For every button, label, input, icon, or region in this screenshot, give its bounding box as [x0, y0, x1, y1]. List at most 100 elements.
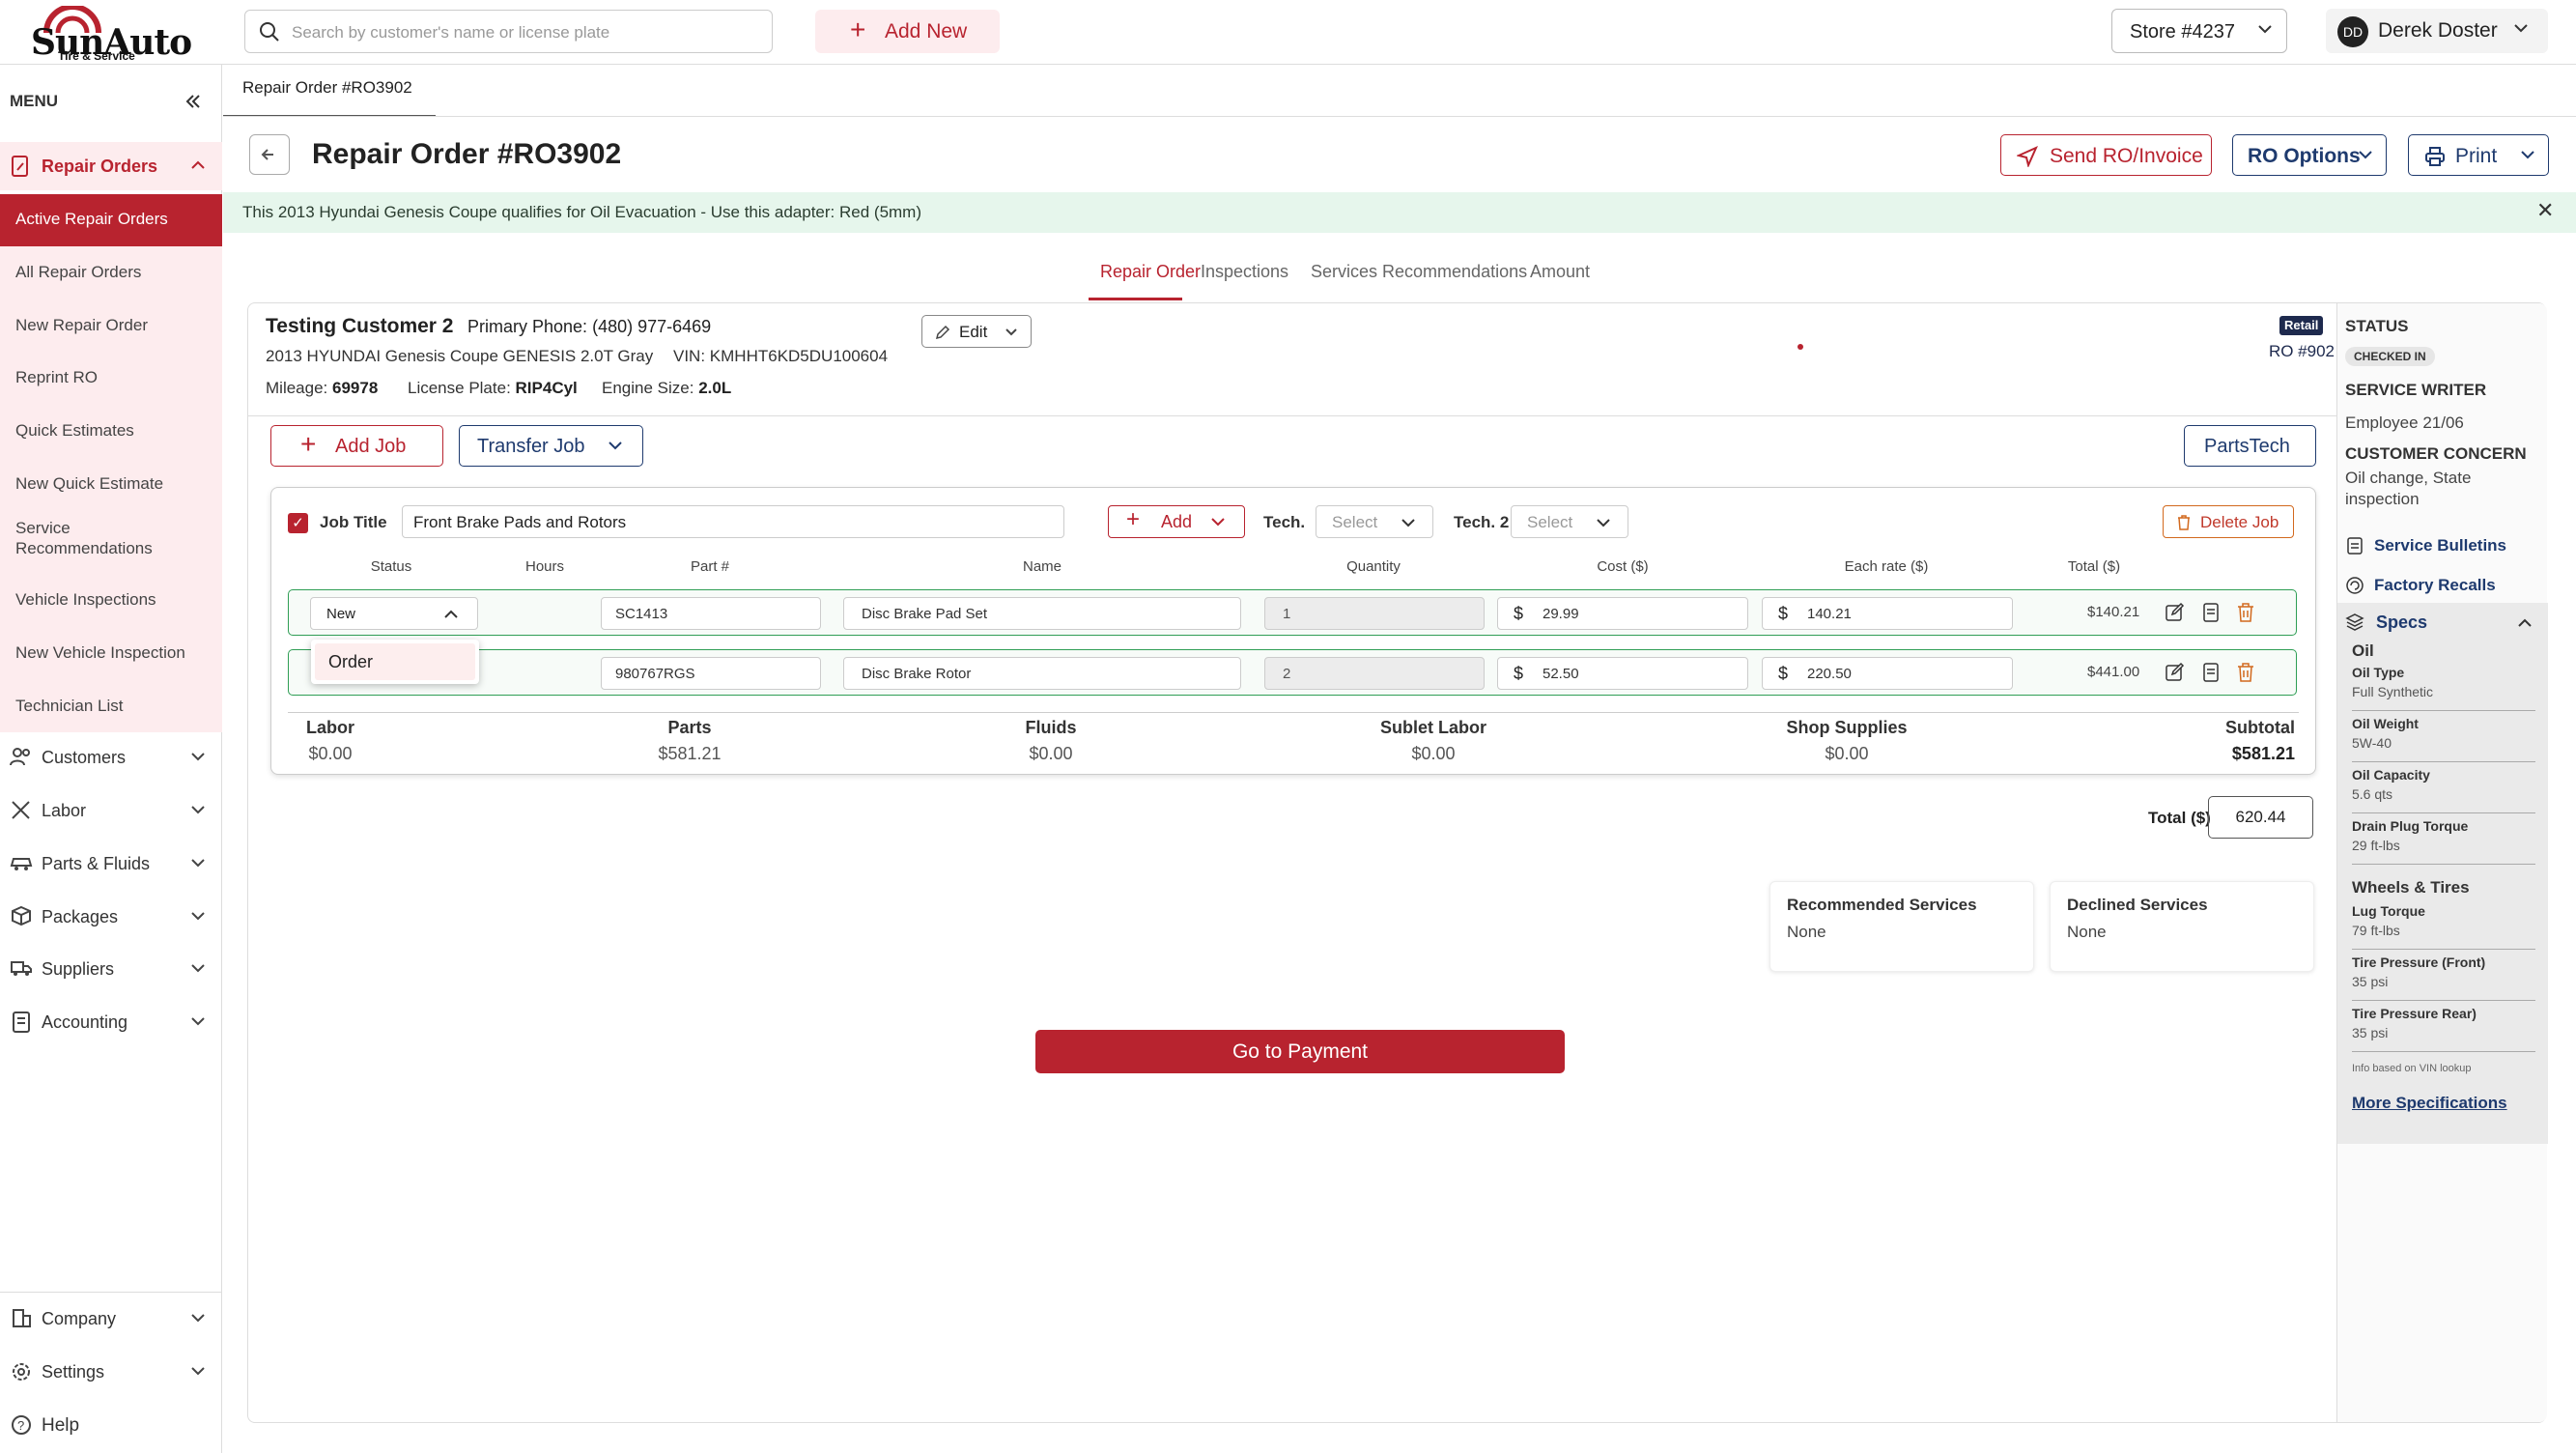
tab-amount[interactable]: Amount	[1518, 254, 1605, 300]
currency-symbol: $	[1514, 604, 1524, 623]
go-to-payment-button[interactable]: Go to Payment	[1035, 1030, 1565, 1073]
partstech-button[interactable]: PartsTech	[2184, 425, 2316, 467]
collapse-sidebar-icon[interactable]	[182, 90, 205, 113]
factory-recalls-link[interactable]: Factory Recalls	[2345, 576, 2538, 597]
sunauto-logo[interactable]: SunAuto Tire & Service	[29, 6, 192, 63]
quantity-input[interactable]: 1	[1264, 597, 1485, 630]
notes-icon[interactable]	[2201, 602, 2221, 623]
quantity-input[interactable]: 2	[1264, 657, 1485, 690]
tech2-select[interactable]: Select	[1511, 505, 1628, 538]
breadcrumb-label: Repair Order #RO3902	[242, 78, 412, 97]
search-input[interactable]: Search by customer's name or license pla…	[244, 10, 773, 53]
service-bulletins-link[interactable]: Service Bulletins	[2345, 536, 2538, 557]
job-checkbox[interactable]: ✓	[288, 513, 308, 533]
sidebar-item-new-vehicle-inspection[interactable]: New Vehicle Inspection	[0, 627, 222, 680]
tech2-select-value: Select	[1527, 513, 1573, 531]
back-button[interactable]	[249, 134, 290, 175]
tab-label: Services Recommendations	[1311, 262, 1528, 281]
part-number-input[interactable]: SC1413	[601, 597, 821, 630]
rate-input[interactable]: $220.50	[1762, 657, 2013, 690]
send-ro-invoice-button[interactable]: Send RO/Invoice	[2000, 134, 2212, 176]
declined-services-box: Declined Services None	[2050, 881, 2314, 972]
sidebar-group-label: Repair Orders	[42, 157, 158, 176]
summary-value: $0.00	[1825, 744, 1869, 763]
tab-repair-order[interactable]: Repair Order	[1089, 254, 1201, 300]
print-button[interactable]: Print	[2408, 134, 2549, 176]
column-header: Quantity	[1346, 558, 1401, 575]
sidebar-item-all-repair-orders[interactable]: All Repair Orders	[0, 246, 222, 299]
total-value: 620.44	[2208, 796, 2313, 839]
sidebar-item-label: Vehicle Inspections	[15, 590, 156, 609]
spec-value: Full Synthetic	[2352, 684, 2434, 699]
add-new-button[interactable]: + Add New	[815, 10, 1000, 53]
sidebar-item-label: Service Recommendations	[15, 519, 153, 558]
edit-customer-button[interactable]: Edit	[921, 315, 1032, 348]
specs-toggle[interactable]: Specs	[2345, 613, 2538, 634]
sidebar-item-technician-list[interactable]: Technician List	[0, 680, 222, 732]
customer-name[interactable]: Testing Customer 2	[266, 315, 453, 338]
chevron-down-icon	[191, 753, 205, 761]
part-number-input[interactable]: 980767RGS	[601, 657, 821, 690]
delete-job-button[interactable]: Delete Job	[2163, 505, 2294, 538]
sidebar-group-labor[interactable]: Labor	[0, 786, 222, 835]
sidebar-group-parts-fluids[interactable]: Parts & Fluids	[0, 840, 222, 888]
trash-icon[interactable]	[2236, 602, 2255, 623]
ledger-icon	[13, 1011, 30, 1033]
cost-input[interactable]: $52.50	[1497, 657, 1748, 690]
part-name-input[interactable]: Disc Brake Pad Set	[843, 597, 1241, 630]
edit-label: Edit	[959, 323, 988, 341]
status-select[interactable]: New	[310, 597, 478, 630]
tab-inspections[interactable]: Inspections	[1189, 254, 1295, 300]
plate-label: License Plate:	[408, 379, 511, 397]
sidebar-item-reprint-ro[interactable]: Reprint RO	[0, 352, 222, 405]
transfer-job-button[interactable]: Transfer Job	[459, 425, 643, 467]
indicator-dot	[1798, 344, 1803, 350]
notes-icon[interactable]	[2201, 662, 2221, 683]
document-edit-icon	[12, 156, 28, 177]
sidebar-item-new-quick-estimate[interactable]: New Quick Estimate	[0, 458, 222, 510]
tab-services-recommendations[interactable]: Services Recommendations	[1299, 254, 1531, 300]
user-menu[interactable]: DD Derek Doster	[2326, 9, 2548, 53]
declined-services-label: Declined Services	[2067, 896, 2208, 914]
sidebar-group-customers[interactable]: Customers	[0, 733, 222, 782]
top-bar: SunAuto Tire & Service Search by custome…	[0, 0, 2576, 65]
sidebar-item-help[interactable]: ? Help	[0, 1401, 222, 1449]
sidebar-item-new-repair-order[interactable]: New Repair Order	[0, 299, 222, 352]
sidebar-group-settings[interactable]: Settings	[0, 1348, 222, 1396]
chevron-down-icon	[191, 1017, 205, 1026]
edit-icon[interactable]	[2165, 662, 2186, 683]
cost-input[interactable]: $29.99	[1497, 597, 1748, 630]
customer-concern-value: Oil change, State inspection	[2345, 469, 2472, 509]
ro-options-button[interactable]: RO Options	[2232, 134, 2387, 176]
chevron-up-icon	[2518, 618, 2532, 627]
sidebar-group-suppliers[interactable]: Suppliers	[0, 945, 222, 993]
sidebar-item-service-recommendations[interactable]: Service Recommendations	[0, 510, 222, 575]
spec-drain-plug-torque: Drain Plug Torque 29 ft-lbs	[2352, 818, 2535, 865]
spec-label: Tire Pressure Rear)	[2352, 1006, 2477, 1021]
cost-value: 29.99	[1543, 606, 1579, 622]
sidebar-item-vehicle-inspections[interactable]: Vehicle Inspections	[0, 575, 222, 627]
tech-select[interactable]: Select	[1316, 505, 1433, 538]
sidebar-group-company[interactable]: Company	[0, 1295, 222, 1343]
add-job-button[interactable]: + Add Job	[270, 425, 443, 467]
sidebar-group-packages[interactable]: Packages	[0, 893, 222, 941]
job-add-button[interactable]: + Add	[1108, 505, 1245, 538]
more-specifications-link[interactable]: More Specifications	[2352, 1094, 2507, 1113]
summary-label: Subtotal	[2225, 718, 2295, 737]
breadcrumb-tab[interactable]: Repair Order #RO3902	[223, 65, 436, 117]
spec-value: 5W-40	[2352, 735, 2392, 751]
status-option-order[interactable]: Order	[315, 643, 475, 680]
sidebar-group-repair-orders[interactable]: Repair Orders	[0, 142, 222, 190]
rate-input[interactable]: $140.21	[1762, 597, 2013, 630]
sidebar-item-active-repair-orders[interactable]: Active Repair Orders	[0, 194, 222, 246]
sidebar-group-accounting[interactable]: Accounting	[0, 998, 222, 1046]
close-icon[interactable]: ✕	[2536, 198, 2554, 223]
store-selector[interactable]: Store #4237	[2111, 9, 2287, 53]
job-title-input[interactable]: Front Brake Pads and Rotors	[402, 505, 1064, 538]
trash-icon[interactable]	[2236, 662, 2255, 683]
sidebar-item-quick-estimates[interactable]: Quick Estimates	[0, 405, 222, 458]
summary-value: $581.21	[658, 744, 722, 763]
part-name-input[interactable]: Disc Brake Rotor	[843, 657, 1241, 690]
edit-icon[interactable]	[2165, 602, 2186, 623]
summary-label: Sublet Labor	[1379, 718, 1487, 737]
